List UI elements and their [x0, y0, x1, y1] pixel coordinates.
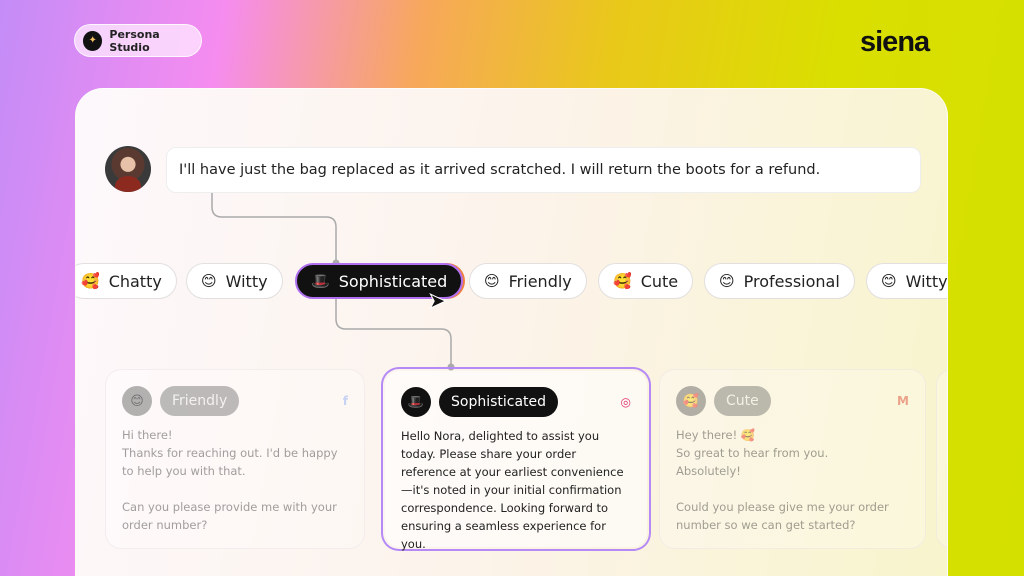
emoji-icon: 😊 [122, 386, 152, 416]
top-hat-icon: 🎩 [311, 272, 330, 290]
gmail-icon: M [897, 394, 909, 408]
persona-studio-badge[interactable]: ✦ Persona Studio [74, 24, 202, 57]
reply-card-next[interactable] [936, 369, 947, 549]
siena-logo: siena [860, 26, 930, 58]
chip-label: Sophisticated [338, 271, 448, 291]
persona-chip-witty-2[interactable]: 😊 Witty [866, 263, 948, 299]
instagram-icon: ◎ [620, 395, 631, 409]
chip-label: Friendly [508, 271, 572, 291]
main-panel: I'll have just the bag replaced as it ar… [75, 88, 948, 576]
reply-card-sophisticated[interactable]: 🎩 Sophisticated ◎ Hello Nora, delighted to… [383, 369, 649, 551]
persona-tag: Sophisticated [439, 387, 559, 417]
chip-label: Chatty [108, 271, 162, 291]
reply-text: Hello Nora, delighted to assist you toda… [401, 429, 624, 551]
facebook-icon: f [342, 394, 348, 408]
chip-label: Witty [905, 271, 948, 291]
emoji-icon: 🥰 [81, 272, 100, 290]
customer-message: I'll have just the bag replaced as it ar… [166, 147, 921, 193]
reply-card-friendly[interactable]: 😊 Friendly f Hi there! Thanks for reaching… [105, 369, 365, 549]
emoji-icon: 🥰 [676, 386, 706, 416]
chip-label: Professional [743, 271, 840, 291]
persona-studio-icon: ✦ [83, 30, 103, 51]
reply-text: Hi there! Thanks for reaching out. I'd b… [122, 428, 338, 532]
emoji-icon: 😊 [881, 272, 897, 290]
persona-tag: Friendly [160, 386, 240, 416]
cursor-icon: ➤ [427, 289, 447, 315]
persona-chip-chatty[interactable]: 🥰 Chatty [76, 263, 177, 299]
emoji-icon: 😊 [719, 272, 735, 290]
chip-label: Cute [640, 271, 679, 291]
reply-card-cute[interactable]: 🥰 Cute M Hey there! 🥰 So great to hear fro… [659, 369, 926, 549]
top-hat-icon: 🎩 [401, 387, 431, 417]
persona-chip-witty[interactable]: 😊 Witty [186, 263, 283, 299]
reply-text: Hey there! 🥰 So great to hear from you. … [676, 428, 889, 532]
chip-label: Witty [225, 271, 268, 291]
emoji-icon: 😊 [484, 272, 500, 290]
persona-tag: Cute [714, 386, 771, 416]
persona-chip-friendly[interactable]: 😊 Friendly [469, 263, 587, 299]
message-text: I'll have just the bag replaced as it ar… [179, 162, 821, 178]
connector-lines [211, 193, 455, 371]
emoji-icon: 🥰 [613, 272, 632, 290]
persona-studio-label: Persona Studio [109, 27, 160, 54]
customer-avatar [105, 146, 151, 192]
persona-chip-cute[interactable]: 🥰 Cute [598, 263, 694, 299]
emoji-icon: 😊 [201, 272, 217, 290]
persona-chip-professional[interactable]: 😊 Professional [704, 263, 855, 299]
